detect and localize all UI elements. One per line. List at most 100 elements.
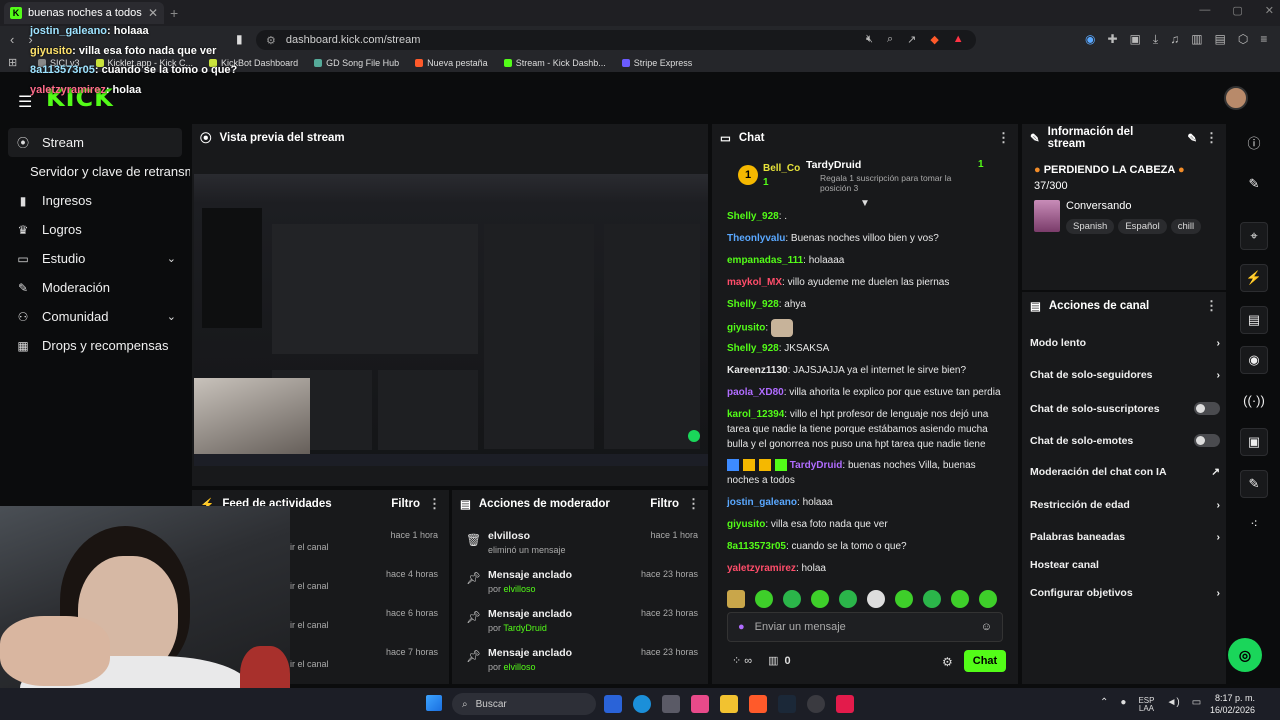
store-icon[interactable]: ▥	[768, 654, 778, 667]
menu-icon[interactable]: ≡	[1260, 32, 1267, 47]
support-fab[interactable]: ◎	[1228, 638, 1262, 672]
steam-icon[interactable]	[778, 695, 796, 713]
microphone-icon[interactable]: ●	[738, 621, 745, 633]
settings-gear-icon[interactable]: ⚙	[942, 655, 953, 669]
mute-icon[interactable]: 🔇︎	[866, 33, 873, 46]
document-icon[interactable]: ▤	[1240, 306, 1268, 334]
emotes-only-toggle[interactable]	[1194, 434, 1220, 447]
emote-button[interactable]	[811, 590, 829, 608]
taskbar-clock[interactable]: 8:17 p. m. 16/02/2026	[1210, 692, 1255, 716]
tiktok-icon[interactable]	[836, 695, 854, 713]
close-tab-icon[interactable]: ✕	[148, 6, 158, 20]
more-icon[interactable]: ⋮	[687, 496, 700, 512]
edge-icon[interactable]	[633, 695, 651, 713]
chat-bubble-icon[interactable]: ◉	[1240, 346, 1268, 374]
sidebar-item-server-key[interactable]: Servidor y clave de retransmisión	[0, 157, 190, 186]
more-icon[interactable]: ⋮	[997, 130, 1010, 146]
chevron-up-icon[interactable]: ⌃	[1100, 697, 1108, 713]
shield-icon[interactable]: ◆	[930, 33, 938, 46]
action-slow-mode[interactable]: Modo lento ›	[1030, 337, 1220, 349]
vpn-icon[interactable]: ⬡	[1238, 32, 1248, 47]
screenshot-icon[interactable]: ▣	[1130, 32, 1141, 47]
sidebar-item-stream[interactable]: ⦿ Stream	[8, 128, 182, 157]
sidebar-item-drops[interactable]: ▦ Drops y recompensas	[0, 331, 190, 360]
download-icon[interactable]: ⤓	[1153, 32, 1158, 47]
action-ai-moderation[interactable]: Moderación del chat con IA ↗	[1030, 466, 1220, 478]
pinned-gifter-right[interactable]: TardyDruid Regala 1 suscripción para tom…	[806, 159, 966, 193]
emote-button[interactable]	[755, 590, 773, 608]
close-window-icon[interactable]: ✕	[1265, 4, 1274, 17]
user-avatar[interactable]	[1224, 86, 1248, 110]
copilot-icon[interactable]	[691, 695, 709, 713]
emoji-icon[interactable]: ☺	[981, 621, 992, 633]
pinned-gifter-left[interactable]: Bell_Co 1	[763, 163, 800, 188]
broadcast-icon[interactable]: ((·))	[1240, 386, 1268, 414]
minimize-icon[interactable]: —	[1199, 4, 1210, 17]
back-icon[interactable]: ‹	[10, 32, 14, 47]
info-icon[interactable]: ⓘ	[1240, 128, 1268, 156]
category-thumbnail[interactable]	[1034, 200, 1060, 232]
edit-icon[interactable]: ✎	[1187, 131, 1197, 145]
emote-button[interactable]	[867, 590, 885, 608]
more-icon[interactable]: ⋮	[1205, 130, 1218, 146]
action-configure-goals[interactable]: Configurar objetivos ›	[1030, 587, 1220, 599]
mic-tray-icon[interactable]: ●	[1120, 697, 1126, 713]
emote-button[interactable]	[923, 590, 941, 608]
sidebar-icon[interactable]: ▥	[1191, 32, 1202, 47]
points-icon[interactable]: ⁘ ∞	[732, 654, 752, 667]
subscribers-only-toggle[interactable]	[1194, 402, 1220, 415]
wallet-icon[interactable]: ▤	[1215, 32, 1226, 47]
taskbar-app-icon[interactable]	[604, 695, 622, 713]
action-followers-only[interactable]: Chat de solo-seguidores ›	[1030, 369, 1220, 381]
zoom-icon[interactable]: ⌕	[887, 33, 893, 46]
sidebar-item-logros[interactable]: ♛ Logros	[0, 215, 190, 244]
feed-filter-button[interactable]: Filtro	[391, 498, 420, 510]
extension-icon[interactable]: ◉	[1085, 32, 1095, 47]
stream-preview-video[interactable]	[194, 174, 708, 466]
language-indicator[interactable]: ESP LAA	[1138, 697, 1154, 713]
maximize-icon[interactable]: ▢	[1232, 4, 1242, 17]
sidebar-item-ingresos[interactable]: ▮ Ingresos	[0, 186, 190, 215]
store-app-icon[interactable]	[662, 695, 680, 713]
action-age-restriction[interactable]: Restricción de edad ›	[1030, 499, 1220, 511]
send-chat-button[interactable]: Chat	[964, 650, 1006, 672]
lightning-icon[interactable]: ⚡	[1240, 264, 1268, 292]
rewards-icon[interactable]: ▲	[953, 33, 964, 46]
more-icon[interactable]: ⋮	[1205, 298, 1218, 314]
bookmark-icon[interactable]: ▮	[236, 32, 243, 46]
emote-button[interactable]	[727, 590, 745, 608]
battery-icon[interactable]: ▭	[1192, 697, 1201, 713]
browser-tab[interactable]: K buenas noches a todos ✕	[4, 2, 164, 24]
apps-grid-icon[interactable]: ⊞	[8, 56, 17, 69]
windows-start-icon[interactable]	[426, 695, 442, 711]
emote-button[interactable]	[979, 590, 997, 608]
bookmark-item[interactable]: Stream - Kick Dashb...	[503, 58, 606, 68]
volume-icon[interactable]: ◄)	[1166, 697, 1179, 713]
capture-icon[interactable]: ⌖	[1240, 222, 1268, 250]
action-banned-words[interactable]: Palabras baneadas ›	[1030, 531, 1220, 543]
share-icon[interactable]: ↗	[907, 33, 916, 46]
emote-button[interactable]	[839, 590, 857, 608]
bookmark-item[interactable]: Stripe Express	[621, 58, 692, 68]
site-info-icon[interactable]: ⚙	[266, 34, 276, 47]
bookmark-item[interactable]: Nueva pestaña	[415, 58, 488, 68]
brave-icon[interactable]	[749, 695, 767, 713]
file-explorer-icon[interactable]	[720, 695, 738, 713]
chat-input[interactable]: ● Enviar un mensaje ☺	[727, 612, 1003, 642]
share-nodes-icon[interactable]: ⁖	[1240, 510, 1268, 538]
mod-filter-button[interactable]: Filtro	[650, 498, 679, 510]
extensions-puzzle-icon[interactable]: ✚	[1107, 32, 1117, 47]
sidebar-item-estudio[interactable]: ▭ Estudio ⌄	[0, 244, 190, 273]
layout-icon[interactable]: ▣	[1240, 428, 1268, 456]
pencil-icon[interactable]: ✎	[1240, 170, 1268, 198]
collapse-icon[interactable]: ▼	[860, 198, 870, 209]
more-icon[interactable]: ⋮	[428, 496, 441, 512]
sidebar-item-moderacion[interactable]: ✎ Moderación	[0, 273, 190, 302]
emote-button[interactable]	[895, 590, 913, 608]
obs-icon[interactable]	[807, 695, 825, 713]
sidebar-item-comunidad[interactable]: ⚇ Comunidad ⌄	[0, 302, 190, 331]
emote-button[interactable]	[783, 590, 801, 608]
emote-button[interactable]	[951, 590, 969, 608]
bookmark-item[interactable]: GD Song File Hub	[314, 58, 399, 68]
new-tab-icon[interactable]: +	[170, 5, 178, 21]
